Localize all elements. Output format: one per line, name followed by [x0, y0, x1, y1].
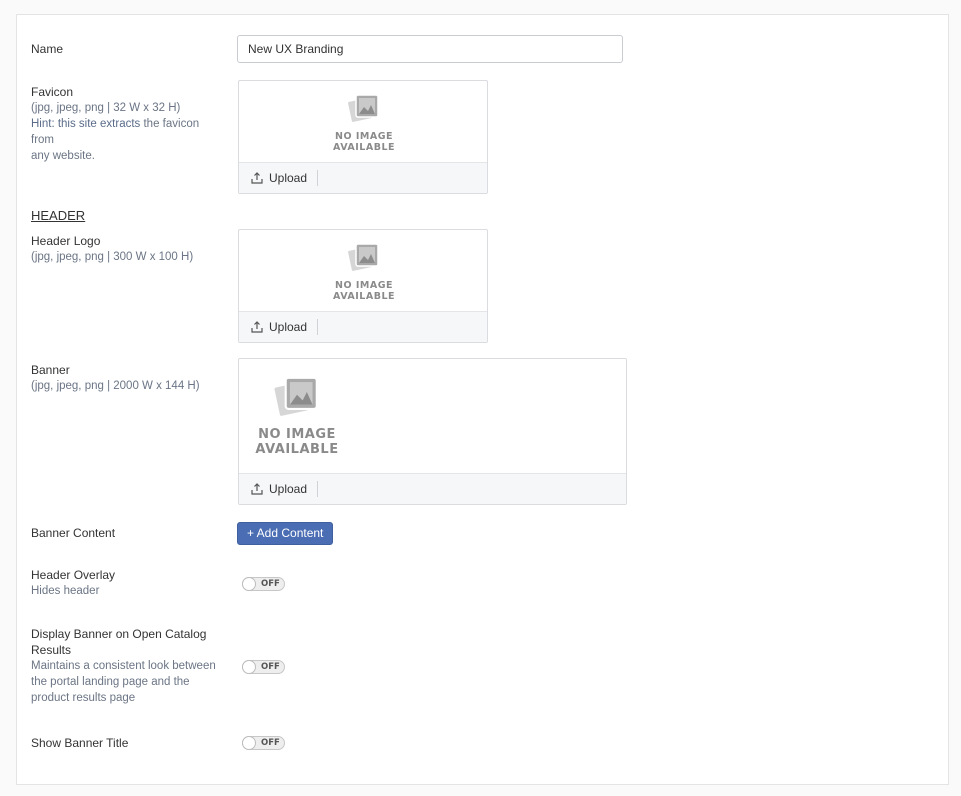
image-placeholder-icon — [273, 376, 318, 418]
banner-content-label: Banner Content — [31, 526, 116, 540]
favicon-spec: (jpg, jpeg, png | 32 W x 32 H) — [31, 102, 181, 114]
name-input[interactable] — [237, 35, 623, 63]
favicon-no-image: NO IMAGE AVAILABLE — [333, 93, 395, 153]
banner-upload-divider — [317, 481, 318, 497]
header-logo-label-group: Header Logo (jpg, jpeg, png | 300 W x 10… — [31, 233, 221, 265]
favicon-upload-label: Upload — [269, 171, 308, 185]
banner-no-image-line1: NO IMAGE — [258, 427, 336, 442]
toggle-knob — [242, 660, 256, 674]
banner-upload-label: Upload — [269, 482, 308, 496]
display-banner-label-line2: Results — [31, 643, 72, 657]
banner-upload-button[interactable]: Upload — [251, 480, 307, 498]
header-overlay-label: Header Overlay — [31, 568, 116, 582]
upload-icon — [251, 321, 263, 333]
favicon-upload-bar: Upload — [239, 162, 487, 193]
header-logo-uploader: NO IMAGE AVAILABLE Upload — [238, 229, 488, 343]
toggle-state-text: OFF — [261, 738, 280, 748]
toggle-state-text: OFF — [261, 579, 280, 589]
display-banner-toggle[interactable]: OFF — [242, 660, 285, 674]
show-banner-title-toggle[interactable]: OFF — [242, 736, 285, 750]
favicon-hint: Hint: this site extracts the favicon fro… — [31, 116, 221, 148]
show-banner-title-label: Show Banner Title — [31, 736, 129, 750]
name-label: Name — [31, 42, 64, 56]
add-content-button[interactable]: + Add Content — [237, 522, 334, 545]
header-logo-upload-label: Upload — [269, 320, 308, 334]
favicon-hint-prefix: Hint: this site extracts — [31, 118, 141, 130]
header-logo-upload-divider — [317, 319, 318, 335]
header-logo-upload-button[interactable]: Upload — [251, 318, 307, 336]
favicon-hint-line2: any website. — [31, 150, 95, 162]
favicon-no-image-line2: AVAILABLE — [333, 142, 395, 153]
favicon-upload-button[interactable]: Upload — [251, 169, 307, 187]
header-logo-upload-bar: Upload — [239, 311, 487, 342]
branding-form-panel: Name Favicon (jpg, jpeg, png | 32 W x 32… — [16, 14, 949, 785]
header-logo-spec: (jpg, jpeg, png | 300 W x 100 H) — [31, 251, 194, 263]
header-logo-no-image: NO IMAGE AVAILABLE — [333, 242, 395, 302]
image-placeholder-icon — [347, 94, 379, 124]
upload-icon — [251, 483, 263, 495]
banner-label: Banner — [31, 363, 70, 377]
favicon-label-group: Favicon (jpg, jpeg, png | 32 W x 32 H) H… — [31, 84, 221, 164]
display-banner-label-line1: Display Banner on Open Catalog — [31, 627, 207, 641]
banner-label-group: Banner (jpg, jpeg, png | 2000 W x 144 H) — [31, 362, 221, 394]
header-logo-label: Header Logo — [31, 234, 101, 248]
favicon-preview: NO IMAGE AVAILABLE — [239, 81, 487, 163]
header-logo-no-image-line1: NO IMAGE — [335, 280, 393, 291]
header-section-title: HEADER — [31, 208, 86, 223]
header-logo-preview: NO IMAGE AVAILABLE — [239, 230, 487, 312]
toggle-knob — [242, 577, 256, 591]
banner-no-image-line2: AVAILABLE — [255, 442, 339, 457]
display-banner-desc-line3: product results page — [31, 692, 136, 704]
favicon-upload-divider — [317, 170, 318, 186]
display-banner-label-group: Display Banner on Open Catalog Results M… — [31, 626, 221, 706]
favicon-label: Favicon — [31, 85, 74, 99]
banner-upload-bar: Upload — [239, 473, 626, 504]
favicon-uploader: NO IMAGE AVAILABLE Upload — [238, 80, 488, 194]
header-overlay-description: Hides header — [31, 585, 100, 597]
banner-preview: NO IMAGE AVAILABLE — [239, 359, 626, 474]
image-placeholder-icon — [347, 243, 379, 273]
display-banner-desc-line2: the portal landing page and the — [31, 676, 190, 688]
header-logo-no-image-line2: AVAILABLE — [333, 291, 395, 302]
banner-no-image: NO IMAGE AVAILABLE — [255, 375, 339, 457]
toggle-knob — [242, 736, 256, 750]
favicon-no-image-line1: NO IMAGE — [335, 131, 393, 142]
header-overlay-label-group: Header Overlay Hides header — [31, 567, 221, 599]
header-overlay-toggle[interactable]: OFF — [242, 577, 285, 591]
banner-uploader: NO IMAGE AVAILABLE Upload — [238, 358, 627, 505]
display-banner-desc-line1: Maintains a consistent look between — [31, 660, 216, 672]
banner-spec: (jpg, jpeg, png | 2000 W x 144 H) — [31, 380, 200, 392]
upload-icon — [251, 172, 263, 184]
toggle-state-text: OFF — [261, 662, 280, 672]
